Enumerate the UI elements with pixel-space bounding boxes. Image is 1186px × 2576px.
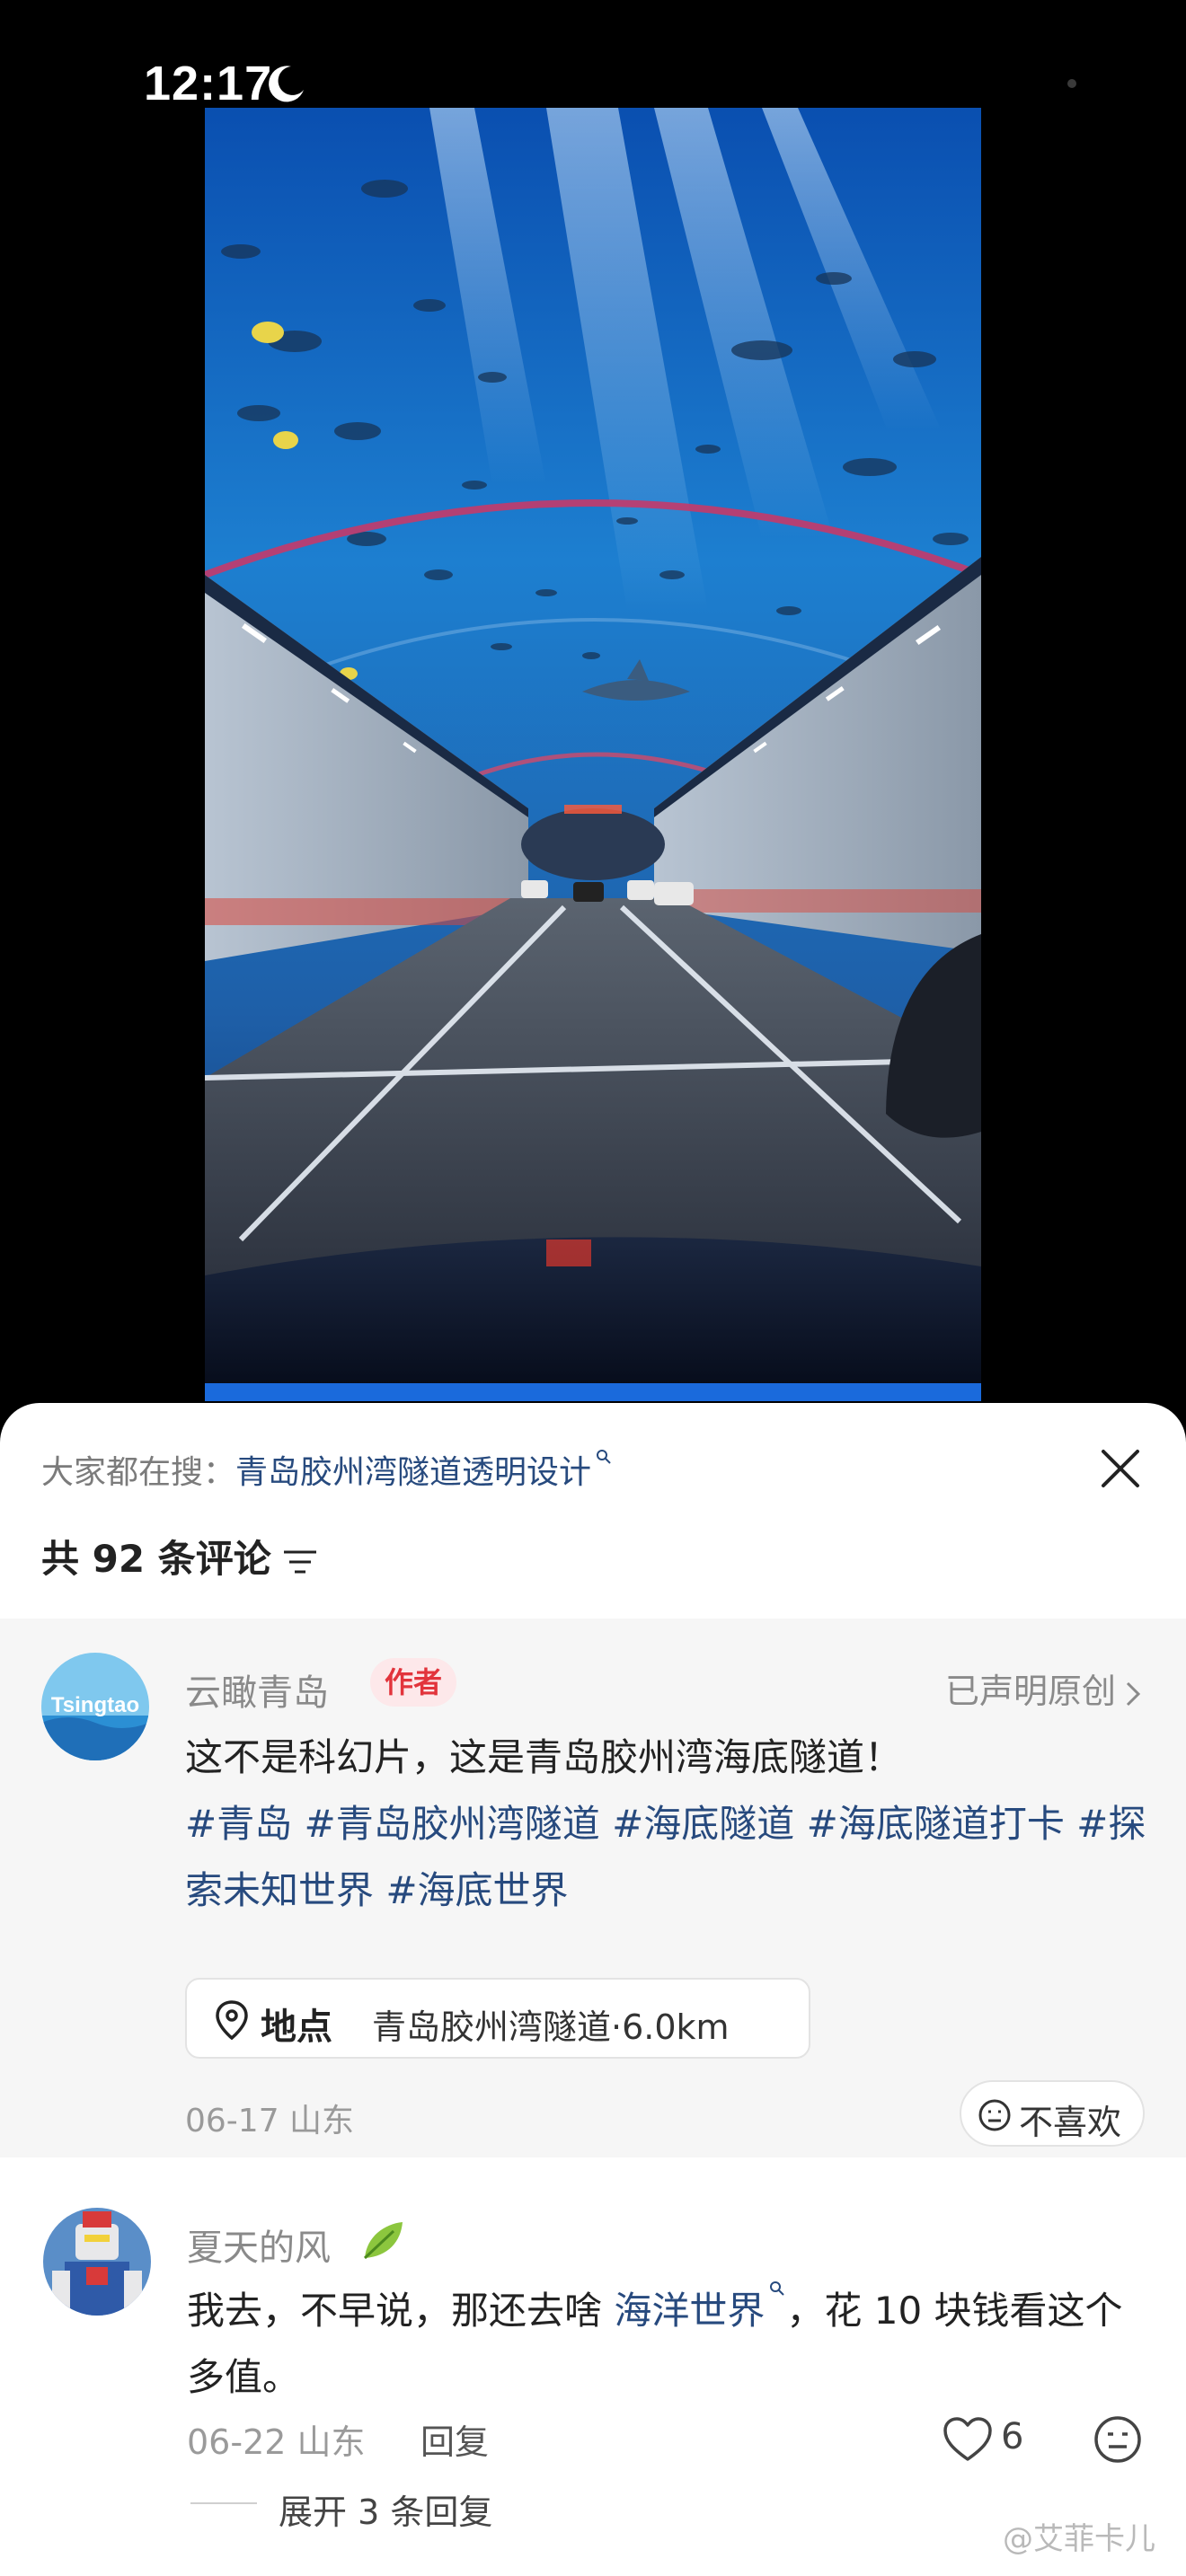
status-time: 12:17 xyxy=(144,57,273,110)
original-claim-link[interactable]: 已声明原创 xyxy=(945,1663,1141,1713)
dislike-label: 不喜欢 xyxy=(1019,2103,1122,2142)
chevron-right-icon xyxy=(1126,1681,1141,1706)
neutral-face-icon xyxy=(978,2099,1011,2131)
divider xyxy=(190,2502,257,2504)
tunnel-video-frame xyxy=(205,108,981,1401)
username[interactable]: 夏天的风 xyxy=(187,2219,331,2271)
author-avatar-image: Tsingtao xyxy=(41,1653,149,1760)
avatar-text: Tsingtao xyxy=(51,1693,139,1717)
avatar[interactable] xyxy=(43,2208,151,2316)
search-suggestion-term[interactable]: 青岛胶州湾隧道透明设计 xyxy=(235,1454,591,1491)
search-link-ocean-world[interactable]: 海洋世界 xyxy=(614,2289,765,2333)
search-suggestion[interactable]: 大家都在搜：青岛胶州湾隧道透明设计 xyxy=(41,1446,613,1493)
expand-replies-button[interactable]: 展开 3 条回复 xyxy=(279,2484,492,2534)
watermark: @艾菲卡儿 xyxy=(1003,2521,1155,2557)
comment-count-label: 共 92 条评论 xyxy=(41,1537,271,1581)
search-suggestion-prefix: 大家都在搜： xyxy=(41,1454,236,1491)
comment-meta: 06-22 山东 xyxy=(187,2422,366,2462)
emoji-icon[interactable] xyxy=(1093,2414,1143,2465)
status-bar: 12:17 xyxy=(0,0,1186,110)
video-player[interactable] xyxy=(205,108,981,1401)
comment-text: 我去，不早说，那还去啥 海洋世界 ，花 10 块钱看这个多值。 xyxy=(187,2278,1139,2411)
search-icon xyxy=(597,1450,611,1464)
avatar[interactable]: Tsingtao xyxy=(41,1653,149,1760)
sort-icon[interactable] xyxy=(282,1547,318,1577)
dislike-button[interactable]: 不喜欢 xyxy=(960,2080,1145,2147)
heart-icon[interactable] xyxy=(942,2416,994,2463)
original-claim-label: 已声明原创 xyxy=(944,1672,1116,1711)
author-badge: 作者 xyxy=(370,1658,457,1707)
like-count: 6 xyxy=(1001,2416,1024,2457)
reply-button[interactable]: 回复 xyxy=(420,2414,489,2464)
user-avatar-image xyxy=(43,2208,151,2316)
comment-text: 这不是科幻片，这是青岛胶州湾海底隧道！ xyxy=(185,1735,903,1779)
moon-icon xyxy=(269,66,304,102)
comment-hashtags[interactable]: #青岛 #青岛胶州湾隧道 #海底隧道 #海底隧道打卡 #探索未知世界 #海底世界 xyxy=(185,1791,1146,1924)
leaf-icon xyxy=(363,2222,403,2260)
comment-text-before: 我去，不早说，那还去啥 xyxy=(187,2289,615,2333)
author-comment: Tsingtao 云瞰青岛 作者 已声明原创 这不是科幻片，这是青岛胶州湾海底隧… xyxy=(0,1619,1186,2157)
location-chip[interactable]: 地点 青岛胶州湾隧道·6.0km xyxy=(185,1978,810,2059)
location-pin-icon xyxy=(216,2000,248,2041)
username[interactable]: 云瞰青岛 xyxy=(185,1663,329,1716)
search-icon xyxy=(770,2281,785,2296)
status-indicator xyxy=(1067,79,1076,88)
location-label: 地点 xyxy=(261,2007,332,2048)
close-icon[interactable] xyxy=(1091,1439,1150,1498)
location-value: 青岛胶州湾隧道·6.0km xyxy=(372,2007,730,2047)
comment-sheet: 大家都在搜：青岛胶州湾隧道透明设计 共 92 条评论 Tsingtao 云瞰青岛… xyxy=(0,1403,1186,2576)
comment-count: 共 92 条评论 xyxy=(41,1529,318,1584)
comment-meta: 06-17 山东 xyxy=(185,2103,355,2139)
